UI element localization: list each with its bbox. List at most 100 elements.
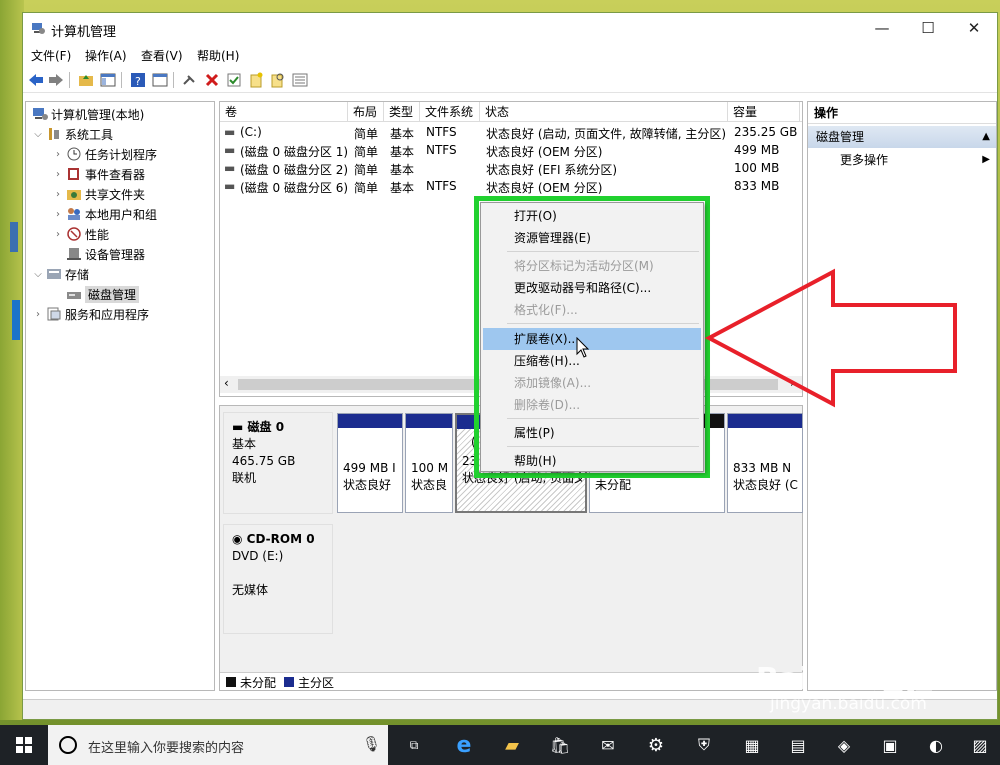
taskbar: 在这里输入你要搜索的内容 🎙 ⧉ e ▰ 🛍 ✉ ⚙ ⛨ ▦ ▤ ◈ ▣ ◐ ▨ (0, 725, 1000, 765)
security-shield-icon[interactable]: ⛨ (682, 725, 726, 765)
computer-management-taskbar-icon[interactable]: ▨ (958, 725, 1000, 765)
up-folder-icon[interactable] (77, 71, 95, 89)
submenu-arrow-icon: ▶ (982, 154, 990, 165)
table-row[interactable]: ▬ (磁盘 0 磁盘分区 2) 简单 基本 状态良好 (EFI 系统分区) 10… (220, 160, 802, 178)
column-status[interactable]: 状态 (480, 102, 728, 122)
menu-action[interactable]: 操作(A) (85, 47, 127, 64)
cdrom-label[interactable]: ◉ CD-ROM 0 DVD (E:) 无媒体 (223, 524, 333, 634)
chevron-down-icon[interactable]: ⌵ (32, 129, 44, 140)
microphone-icon[interactable]: 🎙 (362, 735, 381, 753)
legend: 未分配 主分区 (220, 672, 802, 690)
connect-icon[interactable] (181, 71, 199, 89)
chevron-right-icon[interactable]: › (52, 229, 64, 240)
show-hide-tree-icon[interactable] (99, 71, 117, 89)
edge-icon[interactable]: e (442, 725, 486, 765)
chevron-right-icon[interactable]: › (32, 309, 44, 320)
menu-change-drive-letter[interactable]: 更改驱动器号和路径(C)... (483, 277, 701, 299)
tree-item-storage[interactable]: ⌵ 存储 (32, 264, 89, 284)
check-icon[interactable] (225, 71, 243, 89)
chevron-right-icon[interactable]: › (52, 169, 64, 180)
app-icon-3[interactable]: ▣ (868, 725, 912, 765)
chevron-right-icon[interactable]: › (52, 189, 64, 200)
partition-1[interactable]: 499 MB I 状态良好 (337, 413, 403, 513)
scroll-left-icon[interactable]: ‹ (224, 376, 229, 390)
table-row[interactable]: ▬ (磁盘 0 磁盘分区 6) 简单 基本 NTFS 状态良好 (OEM 分区)… (220, 178, 802, 196)
store-icon[interactable]: 🛍 (538, 725, 582, 765)
calculator-icon[interactable]: ▦ (730, 725, 774, 765)
menu-properties[interactable]: 属性(P) (483, 422, 701, 444)
windows-start-icon[interactable] (2, 725, 46, 765)
list-view-icon[interactable] (291, 71, 309, 89)
column-filesystem[interactable]: 文件系统 (420, 102, 480, 122)
table-row[interactable]: ▬ (磁盘 0 磁盘分区 1) 简单 基本 NTFS 状态良好 (OEM 分区)… (220, 142, 802, 160)
tree-item-services-apps[interactable]: › 服务和应用程序 (32, 304, 149, 324)
column-layout[interactable]: 布局 (348, 102, 384, 122)
settings-gear-icon[interactable]: ⚙ (634, 725, 678, 765)
menu-extend-volume[interactable]: 扩展卷(X)... (483, 328, 701, 350)
more-actions[interactable]: 更多操作 ▶ (840, 150, 990, 170)
tree-item-event-viewer[interactable]: › 事件查看器 (52, 164, 145, 184)
legend-swatch-primary (284, 677, 294, 687)
tree-item-disk-management[interactable]: 磁盘管理 (64, 284, 140, 304)
mail-icon[interactable]: ✉ (586, 725, 630, 765)
app-icon-2[interactable]: ◈ (822, 725, 866, 765)
menu-shrink-volume[interactable]: 压缩卷(H)... (483, 350, 701, 372)
services-icon (47, 307, 61, 321)
file-explorer-icon[interactable]: ▰ (490, 725, 534, 765)
tree-item-local-users[interactable]: › 本地用户和组 (52, 204, 157, 224)
column-capacity[interactable]: 容量 (728, 102, 800, 122)
tree-item-shared-folders[interactable]: › 共享文件夹 (52, 184, 145, 204)
cdrom-volume-area[interactable] (337, 523, 801, 633)
title-bar[interactable]: 计算机管理 — ☐ ✕ (23, 13, 997, 43)
menu-help-item[interactable]: 帮助(H) (483, 450, 701, 472)
taskbar-search-box[interactable]: 在这里输入你要搜索的内容 🎙 (48, 725, 388, 765)
table-row[interactable]: ▬ (C:) 简单 基本 NTFS 状态良好 (启动, 页面文件, 故障转储, … (220, 124, 802, 142)
tree-item-system-tools[interactable]: ⌵ 系统工具 (32, 124, 113, 144)
new-document-icon[interactable] (247, 71, 265, 89)
chevron-right-icon[interactable]: › (52, 209, 64, 220)
baidu-watermark: Bai du 经验 (756, 662, 934, 697)
toolbar: ? (23, 67, 997, 93)
task-view-icon[interactable]: ⧉ (392, 725, 436, 765)
actions-section-disk-management[interactable]: 磁盘管理 ▲ (808, 126, 996, 148)
minimize-button[interactable]: — (859, 13, 905, 43)
partition-2[interactable]: 100 M 状态良 (405, 413, 453, 513)
chevron-right-icon[interactable]: › (52, 149, 64, 160)
tree-item-task-scheduler[interactable]: › 任务计划程序 (52, 144, 157, 164)
properties-view-icon[interactable] (151, 71, 169, 89)
desktop-background (0, 0, 24, 720)
window-title: 计算机管理 (51, 25, 117, 40)
close-button[interactable]: ✕ (951, 13, 997, 43)
delete-icon[interactable] (203, 71, 221, 89)
forward-icon[interactable] (47, 71, 65, 89)
chevron-down-icon[interactable]: ⌵ (32, 269, 44, 280)
disk0-size: 465.75 GB (232, 454, 296, 468)
app-icon-1[interactable]: ▤ (776, 725, 820, 765)
partition-6[interactable]: 833 MB N 状态良好 (C (727, 413, 803, 513)
column-type[interactable]: 类型 (384, 102, 420, 122)
disk0-label[interactable]: ▬ 磁盘 0 基本 465.75 GB 联机 (223, 412, 333, 514)
maximize-button[interactable]: ☐ (905, 13, 951, 43)
tree-item-device-manager[interactable]: 设备管理器 (64, 244, 145, 264)
volume-icon: ▬ (224, 161, 236, 175)
column-volume[interactable]: 卷 (220, 102, 348, 122)
menu-explorer[interactable]: 资源管理器(E) (483, 227, 701, 249)
mouse-cursor-icon (576, 337, 590, 358)
menu-format: 格式化(F)... (514, 303, 578, 317)
cdrom-icon: ◉ (232, 532, 247, 546)
tree-root[interactable]: 计算机管理(本地) (30, 104, 144, 124)
menu-file[interactable]: 文件(F) (31, 47, 71, 64)
context-menu: 打开(O) 资源管理器(E) 将分区标记为活动分区(M) 更改驱动器号和路径(C… (480, 202, 704, 472)
help-icon[interactable]: ? (129, 71, 147, 89)
collapse-icon[interactable]: ▲ (982, 126, 990, 148)
menu-view[interactable]: 查看(V) (141, 47, 183, 64)
menu-open[interactable]: 打开(O) (483, 205, 701, 227)
device-manager-icon (67, 248, 81, 260)
baidu-watermark-url: jingyan.baidu.com (770, 694, 927, 714)
back-icon[interactable] (27, 71, 45, 89)
menu-help[interactable]: 帮助(H) (197, 47, 239, 64)
tree-item-performance[interactable]: › 性能 (52, 224, 109, 244)
search-document-icon[interactable] (269, 71, 287, 89)
desktop-icon-fragment (10, 222, 18, 252)
app-icon-4[interactable]: ◐ (914, 725, 958, 765)
